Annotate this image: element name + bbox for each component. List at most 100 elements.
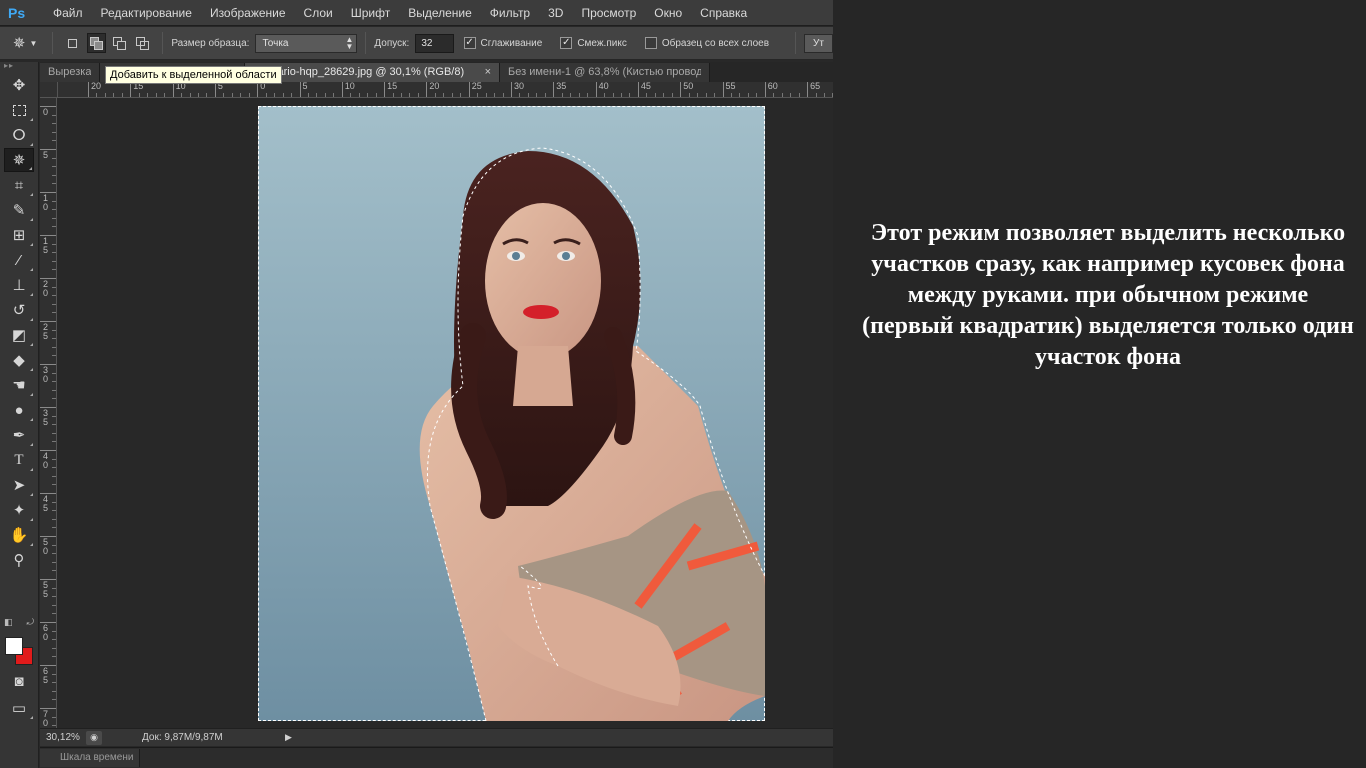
tab-label: Без имени-1 @ 63,8% (Кистью провод — [508, 66, 701, 78]
status-bar: 30,12% ◉ Док: 9,87М/9,87М ▶ — [40, 728, 833, 746]
menu-item[interactable]: Окно — [645, 0, 691, 26]
zoom-tool[interactable]: ⚲ — [4, 548, 34, 572]
ruler-label: 2 0 — [43, 279, 49, 298]
intersect-selection-button[interactable] — [133, 33, 152, 53]
menu-item[interactable]: Фильтр — [481, 0, 539, 26]
ruler-minor-tick — [52, 518, 56, 520]
document-tab[interactable]: daddario-hqp_28629.jpg @ 30,1% (RGB/8) × — [245, 63, 500, 82]
tolerance-input[interactable]: 32 — [415, 33, 454, 53]
ruler-tick: 3 0 — [40, 364, 56, 384]
foreground-color[interactable] — [5, 637, 23, 655]
magic-wand-tool[interactable]: ✵ — [4, 148, 34, 172]
ruler-minor-tick — [358, 93, 360, 97]
toolbox: ▸▸ ✥ ⵔ ✵ ⌗ ✎ ⊞ ⁄ ⊥ ↺ ◩ ◆ ☚ ● ✒ T ➤ ✦ ✋ ⚲… — [0, 62, 39, 768]
menu-item[interactable]: Шрифт — [342, 0, 399, 26]
ruler-tick: 15 — [130, 82, 143, 97]
tool-preset-picker[interactable]: ✵ ▼ — [6, 30, 44, 56]
vertical-ruler[interactable]: 0 5 1 0 1 5 2 0 2 5 3 0 3 5 4 0 4 5 5 0 5 5 6 0 6 5 7 … — [40, 98, 57, 728]
ruler-minor-tick — [265, 93, 267, 97]
sample-size-select[interactable]: Точка ▲ ▼ — [255, 33, 358, 53]
menu-item[interactable]: Выделение — [399, 0, 481, 26]
marquee-tool[interactable] — [4, 98, 34, 122]
document-tab[interactable]: Без имени-1 @ 63,8% (Кистью провод — [500, 63, 710, 82]
lasso-tool[interactable]: ⵔ — [4, 123, 34, 147]
subtract-from-selection-button[interactable] — [110, 33, 129, 53]
pen-tool[interactable]: ✒ — [4, 423, 34, 447]
menu-item[interactable]: Изображение — [201, 0, 295, 26]
ruler-minor-tick — [52, 329, 56, 331]
document-info-icon[interactable]: ◉ — [86, 730, 102, 745]
ruler-label: 20 — [429, 82, 440, 91]
ruler-minor-tick — [561, 93, 563, 97]
history-brush-tool[interactable]: ↺ — [4, 298, 34, 322]
ruler-minor-tick — [52, 587, 56, 589]
ruler-minor-tick — [451, 93, 453, 97]
ruler-minor-tick — [52, 381, 56, 383]
screen-mode-button[interactable]: ▭ — [4, 696, 34, 720]
swap-colors-icon[interactable]: ⤾ — [27, 617, 35, 628]
type-tool[interactable]: T — [4, 448, 34, 472]
ruler-label: 15 — [387, 82, 398, 91]
move-tool[interactable]: ✥ — [4, 73, 34, 97]
add-to-selection-button[interactable] — [86, 33, 106, 53]
ruler-minor-tick — [52, 200, 56, 202]
ruler-minor-tick — [52, 123, 56, 125]
close-icon[interactable]: × — [485, 63, 491, 82]
menu-item[interactable]: 3D — [539, 0, 572, 26]
new-selection-button[interactable] — [63, 33, 82, 53]
tab-label: daddario-hqp_28629.jpg @ 30,1% (RGB/8) — [253, 66, 465, 78]
ruler-minor-tick — [52, 183, 56, 185]
ruler-label: 3 0 — [43, 365, 49, 384]
crop-tool[interactable]: ⌗ — [4, 173, 34, 197]
paint-bucket-tool[interactable]: ◆ — [4, 348, 34, 372]
eyedropper-tool[interactable]: ✎ — [4, 198, 34, 222]
toolbox-grip-icon[interactable]: ▸▸ — [0, 62, 38, 72]
refine-edge-button[interactable]: Ут — [804, 33, 833, 53]
ruler-minor-tick — [52, 346, 56, 348]
menu-items: Файл Редактирование Изображение Слои Шрифт Вы… — [44, 0, 756, 26]
menu-item[interactable]: Редактирование — [92, 0, 201, 26]
ruler-minor-tick — [52, 295, 56, 297]
ruler-minor-tick — [52, 682, 56, 684]
ruler-label: 4 0 — [43, 451, 49, 470]
ruler-minor-tick — [705, 93, 707, 97]
status-menu-arrow-icon[interactable]: ▶ — [285, 732, 292, 743]
shape-tool[interactable]: ✦ — [4, 498, 34, 522]
zoom-level[interactable]: 30,12% — [40, 732, 86, 743]
menu-item[interactable]: Справка — [691, 0, 756, 26]
document-canvas[interactable] — [258, 106, 765, 721]
canvas-area[interactable] — [58, 98, 833, 728]
ruler-tick: 60 — [764, 82, 778, 97]
ruler-minor-tick — [248, 93, 250, 97]
ruler-tick: 5 — [214, 82, 223, 97]
quick-mask-button[interactable]: ◙ — [4, 669, 34, 693]
ruler-minor-tick — [52, 269, 56, 271]
document-tab[interactable]: Вырезка.р — [40, 63, 100, 82]
healing-brush-tool[interactable]: ⊞ — [4, 223, 34, 247]
clone-stamp-tool[interactable]: ⊥ — [4, 273, 34, 297]
crop-icon: ⌗ — [14, 176, 24, 194]
default-colors-icon[interactable]: ◧ — [4, 617, 13, 628]
path-selection-tool[interactable]: ➤ — [4, 473, 34, 497]
menu-item[interactable]: Файл — [44, 0, 92, 26]
brush-tool[interactable]: ⁄ — [4, 248, 34, 272]
menu-item[interactable]: Слои — [295, 0, 342, 26]
hand-tool[interactable]: ✋ — [4, 523, 34, 547]
timeline-tab[interactable]: Шкала времени — [40, 749, 141, 767]
contiguous-checkbox[interactable]: ✓ Смеж.пикс — [560, 37, 633, 49]
hand-icon: ✋ — [9, 527, 29, 544]
blur-tool[interactable]: ☚ — [4, 373, 34, 397]
eraser-tool[interactable]: ◩ — [4, 323, 34, 347]
ruler-origin[interactable] — [40, 82, 58, 98]
screen-mode-icon: ▭ — [11, 700, 27, 717]
horizontal-ruler[interactable]: 20 15 10 5 0 5 10 15 20 25 30 35 40 45 50 55 60 65 — [58, 82, 833, 98]
antialias-checkbox[interactable]: ✓ Сглаживание — [463, 37, 549, 49]
sample-all-layers-checkbox[interactable]: Образец со всех слоев — [644, 37, 775, 49]
ruler-label: 35 — [556, 82, 567, 91]
menu-item[interactable]: Просмотр — [572, 0, 645, 26]
tolerance-label: Допуск: — [374, 37, 410, 49]
ruler-minor-tick — [113, 93, 115, 97]
ruler-tick: 65 — [807, 82, 820, 97]
ruler-minor-tick — [52, 424, 56, 426]
dodge-tool[interactable]: ● — [4, 398, 34, 422]
